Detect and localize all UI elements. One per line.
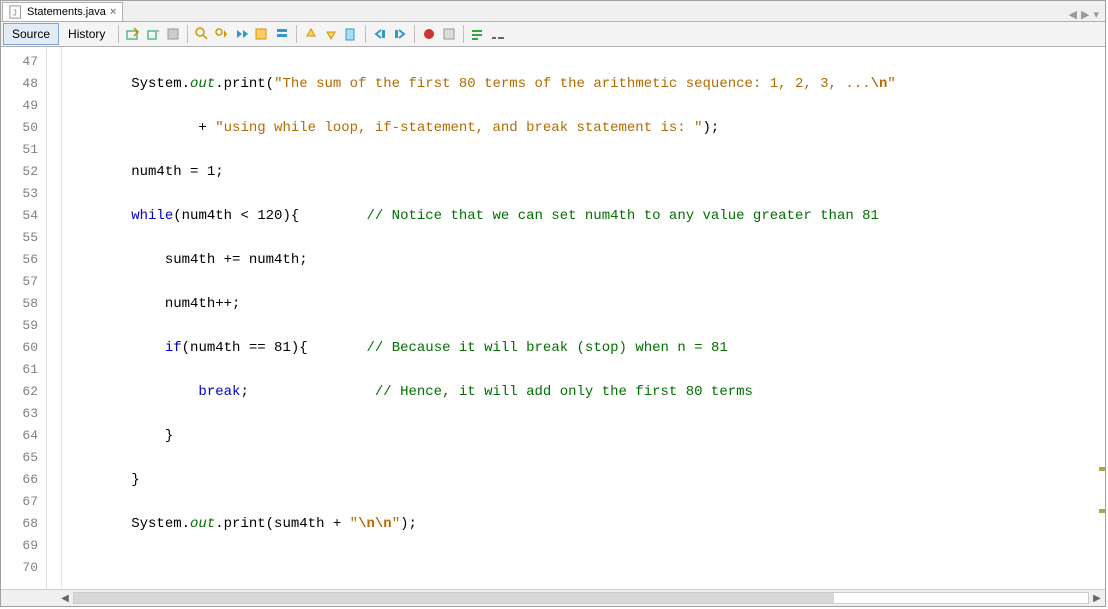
line-number: 62 — [1, 381, 46, 403]
toggle-highlight-icon[interactable] — [254, 26, 270, 42]
occurrence-mark[interactable] — [1099, 467, 1105, 471]
line-number: 58 — [1, 293, 46, 315]
forward-icon[interactable] — [165, 26, 181, 42]
line-number: 50 — [1, 117, 46, 139]
toolbar-separator — [414, 25, 415, 43]
editor-window: J Statements.java × ◀ ▶ ▾ Source History — [0, 0, 1106, 607]
code-editor[interactable]: 4748495051525354555657585960616263646566… — [1, 47, 1105, 606]
line-number-gutter: 4748495051525354555657585960616263646566… — [1, 47, 47, 606]
tab-nav-arrows: ◀ ▶ ▾ — [1069, 8, 1099, 21]
shift-left-icon[interactable] — [372, 26, 388, 42]
editor-toolbar: Source History — [1, 22, 1105, 47]
line-number: 65 — [1, 447, 46, 469]
source-view-button[interactable]: Source — [3, 23, 59, 45]
line-number: 52 — [1, 161, 46, 183]
line-number: 51 — [1, 139, 46, 161]
tab-nav-left-icon[interactable]: ◀ — [1069, 8, 1077, 21]
line-number: 48 — [1, 73, 46, 95]
start-macro-icon[interactable] — [421, 26, 437, 42]
file-tab-statements[interactable]: J Statements.java × — [2, 2, 123, 21]
line-number: 69 — [1, 535, 46, 557]
line-number: 63 — [1, 403, 46, 425]
code-area[interactable]: System.out.print("The sum of the first 8… — [62, 47, 1105, 606]
toggle-bookmark-icon[interactable] — [274, 26, 290, 42]
tab-nav-right-icon[interactable]: ▶ — [1081, 8, 1089, 21]
tab-list-icon[interactable]: ▾ — [1093, 8, 1099, 21]
occurrence-mark[interactable] — [1099, 509, 1105, 513]
history-view-button[interactable]: History — [59, 23, 114, 45]
toolbar-separator — [187, 25, 188, 43]
line-number: 47 — [1, 51, 46, 73]
line-number: 53 — [1, 183, 46, 205]
scroll-left-icon[interactable]: ◀ — [57, 590, 73, 606]
line-number: 64 — [1, 425, 46, 447]
toolbar-separator — [365, 25, 366, 43]
line-number: 70 — [1, 557, 46, 579]
svg-text:J: J — [13, 9, 18, 18]
shift-right-icon[interactable] — [392, 26, 408, 42]
stop-macro-icon[interactable] — [441, 26, 457, 42]
tab-close-button[interactable]: × — [110, 6, 116, 18]
toolbar-separator — [118, 25, 119, 43]
error-stripe[interactable] — [1099, 47, 1105, 590]
next-bookmark-icon[interactable] — [323, 26, 339, 42]
fold-column — [47, 47, 62, 606]
line-number: 56 — [1, 249, 46, 271]
line-number: 60 — [1, 337, 46, 359]
line-number: 66 — [1, 469, 46, 491]
line-number: 55 — [1, 227, 46, 249]
toolbar-separator — [296, 25, 297, 43]
last-edit-icon[interactable] — [125, 26, 141, 42]
find-selection-icon[interactable] — [194, 26, 210, 42]
line-number: 54 — [1, 205, 46, 227]
uncomment-icon[interactable] — [490, 26, 506, 42]
line-number: 57 — [1, 271, 46, 293]
toggle-bookmark2-icon[interactable] — [343, 26, 359, 42]
toolbar-separator — [463, 25, 464, 43]
line-number: 49 — [1, 95, 46, 117]
line-number: 61 — [1, 359, 46, 381]
tab-title: Statements.java — [27, 6, 106, 18]
line-number: 59 — [1, 315, 46, 337]
find-next-icon[interactable] — [234, 26, 250, 42]
tab-bar: J Statements.java × ◀ ▶ ▾ — [1, 1, 1105, 22]
java-file-icon: J — [9, 5, 23, 19]
horizontal-scrollbar[interactable]: ◀ ▶ — [1, 589, 1105, 606]
find-prev-icon[interactable] — [214, 26, 230, 42]
scroll-right-icon[interactable]: ▶ — [1089, 590, 1105, 606]
scrollbar-thumb[interactable] — [74, 593, 834, 603]
prev-bookmark-icon[interactable] — [303, 26, 319, 42]
back-icon[interactable] — [145, 26, 161, 42]
comment-icon[interactable] — [470, 26, 486, 42]
line-number: 67 — [1, 491, 46, 513]
line-number: 68 — [1, 513, 46, 535]
